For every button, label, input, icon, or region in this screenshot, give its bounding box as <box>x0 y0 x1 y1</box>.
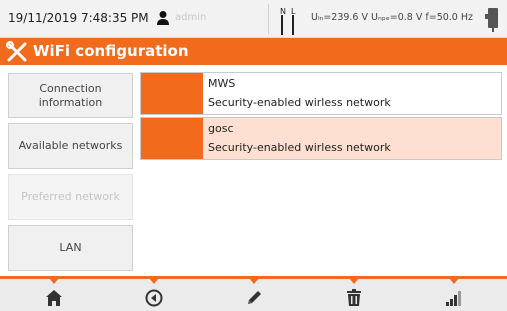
network-name: MWS <box>208 77 236 90</box>
available-networks-label: Available networks <box>18 139 123 152</box>
toolbar-notch <box>249 278 259 284</box>
bottom-toolbar <box>0 276 507 311</box>
title-bar: WiFi configuration <box>0 38 507 65</box>
voltage-readings: Uₗₙ=239.6 V Uₙₚₑ=0.8 V f=50.0 Hz <box>311 12 473 23</box>
network-name: gosc <box>208 122 234 135</box>
delete-icon <box>347 289 361 306</box>
home-button[interactable] <box>4 278 104 311</box>
back-icon <box>145 289 163 307</box>
toolbar-notch <box>349 278 359 284</box>
network-row-mws[interactable]: MWS Security-enabled wirless network <box>140 72 502 115</box>
page-title: WiFi configuration <box>33 42 189 60</box>
edit-icon <box>248 291 261 304</box>
edit-button[interactable] <box>204 278 304 311</box>
user-icon <box>157 11 169 25</box>
home-icon <box>46 290 62 306</box>
connection-information-button[interactable]: Connection information <box>8 73 133 118</box>
datetime: 19/11/2019 7:48:35 PM <box>8 11 149 25</box>
network-signal-indicator <box>141 73 203 114</box>
plug-icon <box>485 8 498 32</box>
network-security: Security-enabled wirless network <box>208 96 391 109</box>
toolbar-notch <box>149 278 159 284</box>
connection-information-label: Connection information <box>38 81 103 109</box>
signal-icon <box>446 291 461 306</box>
probe-icon <box>281 15 294 35</box>
network-signal-indicator <box>141 118 203 159</box>
tools-icon <box>6 41 27 62</box>
signal-button[interactable] <box>404 278 504 311</box>
preferred-network-label: Preferred network <box>21 190 120 203</box>
divider <box>268 4 269 34</box>
probe-indicator: N L <box>278 3 300 35</box>
delete-button[interactable] <box>304 278 404 311</box>
status-bar: 19/11/2019 7:48:35 PM admin N L Uₗₙ=239.… <box>0 0 507 38</box>
preferred-network-button: Preferred network <box>8 174 133 220</box>
network-security: Security-enabled wirless network <box>208 141 391 154</box>
available-networks-button[interactable]: Available networks <box>8 123 133 169</box>
network-row-gosc[interactable]: gosc Security-enabled wirless network <box>140 117 502 160</box>
toolbar-notch <box>449 278 459 284</box>
lan-button[interactable]: LAN <box>8 225 133 271</box>
toolbar-notch <box>49 278 59 284</box>
user-name: admin <box>175 12 207 23</box>
lan-label: LAN <box>59 241 82 254</box>
back-button[interactable] <box>104 278 204 311</box>
